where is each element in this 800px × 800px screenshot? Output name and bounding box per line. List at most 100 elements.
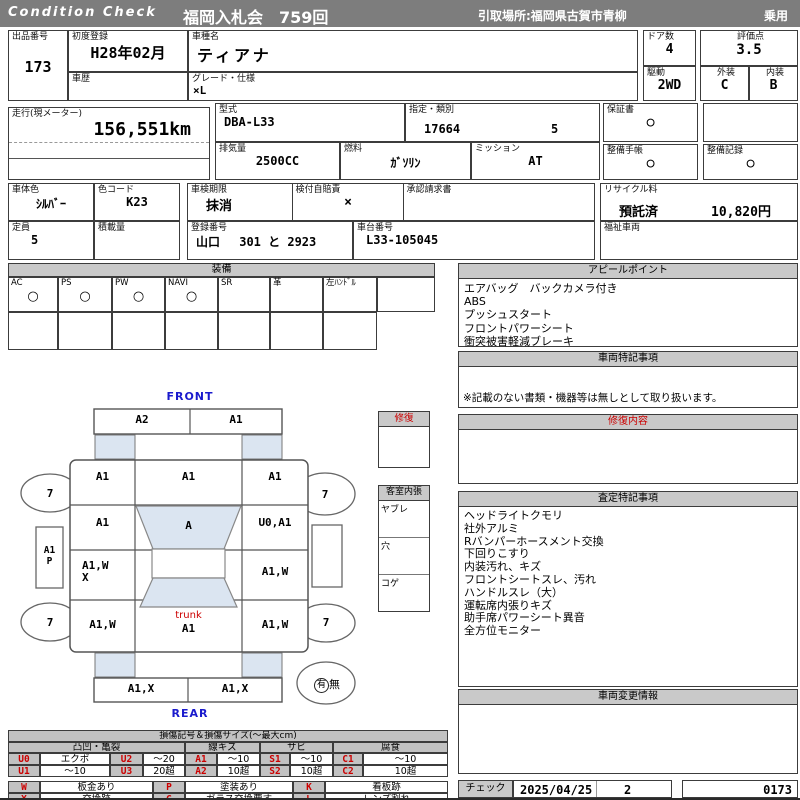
damage-rear-bumper-left: A1,X [127, 682, 155, 695]
vehicle-category: 乗用 [763, 9, 788, 23]
mileage-box: 走行(現メーター) 156,551km [8, 107, 210, 180]
load-label: 積載量 [98, 223, 126, 233]
taillight-left [94, 652, 136, 678]
assessment-notes-section: 査定特記事項 ヘッドライトクモリ 社外アルミ Rバンパーホースメント交換 下回りこすり… [458, 491, 798, 687]
equipment-cell-blank [377, 277, 435, 312]
inspection-box: 車検期限 抹消 [187, 183, 293, 221]
grade-label: グレード・仕様 [192, 74, 256, 84]
legend-group-corrosion: 腐食 [333, 742, 448, 753]
legend-group-dents: 凸凹・亀裂 [8, 742, 185, 753]
maintenance-record-box: 整備記録 ○ [703, 144, 798, 180]
cabin-row-tear: ヤブレ [379, 501, 429, 538]
assessment-notes-header: 査定特記事項 [459, 492, 797, 507]
exterior-grade-label: 外装 [716, 68, 735, 78]
tire-size-rear-right: 7 [322, 616, 330, 629]
insurance-value: × [344, 195, 352, 210]
equipment-empty-cell [218, 312, 270, 350]
recycle-status-value: 預託済 [619, 205, 659, 220]
welfare-label: 福祉車両 [604, 223, 641, 233]
headlight-left [94, 434, 136, 460]
model-name-value: ティアナ [197, 46, 272, 65]
interior-grade-box: 内装 B [749, 66, 798, 101]
approval-label: 承認請求書 [406, 185, 452, 195]
fuel-label: 燃料 [344, 144, 363, 154]
maintenance-record-value: ○ [746, 156, 755, 171]
transmission-label: ミッション [475, 144, 521, 154]
repair-mini-header: 修復 [379, 412, 429, 427]
spare-tire-text: 有無 [302, 676, 352, 693]
legend-code: C2 [333, 765, 363, 777]
vehicle-notes-section: 車両特記事項 ※記載のない書類・機器等は無しとして取り扱います。 [458, 351, 798, 408]
check-number-box: 0173 [682, 780, 798, 798]
fuel-value: ｶﾞｿﾘﾝ [390, 156, 421, 170]
legend-desc: ～10 [217, 753, 260, 765]
equipment-cell-pw: PW ○ [112, 277, 165, 312]
chassis-number-box: 車台番号 L33-105045 [353, 221, 595, 260]
approval-box: 承認請求書 [402, 183, 595, 221]
insurance-box: 検付自賠責 × [291, 183, 405, 221]
capacity-box: 定員 5 [8, 221, 94, 260]
damage-trunk: A1 [181, 622, 196, 635]
drive-label: 駆動 [647, 68, 666, 78]
inspection-label: 車検期限 [191, 185, 228, 195]
legend-code: A1 [185, 753, 217, 765]
header-bar: Condition Check 福岡入札会 759回 引取場所:福岡県古賀市青柳… [0, 0, 800, 27]
brand-logo: Condition Check [8, 5, 157, 20]
drive-value: 2WD [657, 78, 682, 93]
assessment-notes-lines: ヘッドライトクモリ 社外アルミ Rバンパーホースメント交換 下回りこすり 内装汚れ、キズ… [464, 509, 604, 638]
legend-desc: 10超 [217, 765, 260, 777]
registration-number-value: 山口 301 と 2923 [196, 235, 317, 249]
drive-box: 駆動 2WD [643, 66, 696, 101]
equipment-cell-ac: AC ○ [8, 277, 58, 312]
appeal-points-lines: エアバッグ バックカメラ付き ABS プッシュスタート フロントパワーシート 衝突被害軽… [464, 282, 618, 348]
rear-window [139, 577, 238, 608]
legend-desc: 20超 [143, 765, 185, 777]
maintenance-book-label: 整備手帳 [607, 146, 644, 156]
maintenance-record-label: 整備記録 [707, 146, 744, 156]
damage-rear-bumper-right: A1,X [221, 682, 249, 695]
doors-label: ドア数 [647, 32, 675, 42]
legend-desc: ～10 [290, 753, 333, 765]
damage-door-rear-right: A1,W [261, 565, 289, 578]
recycle-fee-label: リサイクル料 [604, 185, 658, 195]
damage-door-front-left: A1 [95, 516, 110, 529]
lot-number-box: 出品番号 173 [8, 30, 68, 101]
model-code-label: 型式 [219, 105, 238, 115]
roof [151, 548, 226, 579]
check-number-value: 0173 [763, 783, 792, 797]
mileage-value: 156,551km [93, 119, 191, 140]
doors-value: 4 [665, 42, 674, 57]
legend-desc: 10超 [290, 765, 333, 777]
legend-code: S2 [260, 765, 290, 777]
grade-value: ×L [193, 84, 207, 97]
legend-desc: 塗装あり [185, 781, 293, 793]
check-label: チェック [458, 780, 513, 798]
appeal-points-section: アピールポイント エアバッグ バックカメラ付き ABS プッシュスタート フロントパワ… [458, 263, 798, 348]
legend-code: U2 [110, 753, 143, 765]
check-date-box: 2025/04/25 2 [513, 780, 672, 798]
legend-code: W [8, 781, 40, 793]
capacity-value: 5 [31, 233, 39, 247]
equipment-cell-ps: PS ○ [58, 277, 112, 312]
auction-title: 福岡入札会 759回 [183, 8, 329, 27]
legend-desc: ～10 [363, 753, 448, 765]
appeal-points-header: アピールポイント [459, 264, 797, 279]
tire-size-rear-left: 7 [46, 616, 54, 629]
load-box: 積載量 [94, 221, 180, 260]
damage-quarter-right: A1,W [261, 618, 289, 631]
equipment-empty-cell [112, 312, 165, 350]
warranty-label: 保証書 [607, 105, 635, 115]
damage-sill-left: A1 P [43, 545, 56, 567]
legend-code: C1 [333, 753, 363, 765]
class-number-value1: 17664 [424, 122, 461, 136]
legend-desc: 10超 [363, 765, 448, 777]
check-date-value: 2025/04/25 [520, 783, 593, 797]
damage-door-rear-left: A1,W X [82, 559, 109, 584]
legend-title: 損傷記号＆損傷サイズ(～最大cm) [8, 730, 448, 742]
first-registration-box: 初度登録 H28年02月 [68, 30, 188, 72]
class-number-label: 指定・類別 [409, 105, 455, 115]
transmission-box: ミッション AT [471, 142, 600, 180]
spare-yes-circled: 有 [314, 677, 329, 693]
repair-content-header: 修復内容 [459, 415, 797, 430]
first-registration-value: H28年02月 [90, 44, 166, 62]
